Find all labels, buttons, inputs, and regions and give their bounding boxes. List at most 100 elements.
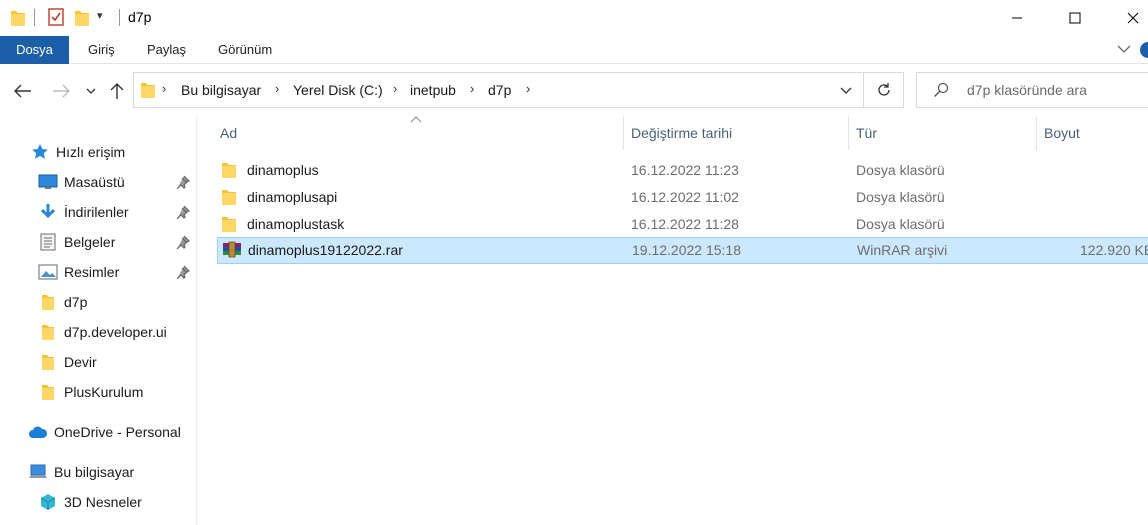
chevron-right-icon[interactable]: › <box>162 81 166 96</box>
search-input[interactable]: d7p klasöründe ara <box>916 72 1148 108</box>
winrar-archive-icon <box>222 241 241 259</box>
file-date: 16.12.2022 11:02 <box>631 189 739 205</box>
navigation-bar: › Bu bilgisayar › Yerel Disk (C:) › inet… <box>0 64 1148 116</box>
sidebar-item-devir[interactable]: Devir <box>38 349 97 375</box>
file-name: dinamoplus19122022.rar <box>248 242 403 258</box>
file-row[interactable]: dinamoplustask 16.12.2022 11:28 Dosya kl… <box>217 211 1148 238</box>
documents-icon <box>38 232 58 252</box>
file-row-selected[interactable]: dinamoplus19122022.rar 19.12.2022 15:18 … <box>217 237 1148 264</box>
computer-icon <box>28 462 48 482</box>
sidebar-item-label: d7p.developer.ui <box>64 324 167 340</box>
sidebar-item-d7p-developer-ui[interactable]: d7p.developer.ui <box>38 319 167 345</box>
file-date: 16.12.2022 11:23 <box>631 162 739 178</box>
sidebar-item-d7p[interactable]: d7p <box>38 289 87 315</box>
forward-button[interactable] <box>48 78 74 104</box>
file-type: Dosya klasörü <box>856 216 945 232</box>
file-name: dinamoplusapi <box>247 189 338 205</box>
recent-locations-chevron-icon[interactable] <box>84 78 98 104</box>
chevron-right-icon[interactable]: › <box>470 81 474 96</box>
star-icon <box>30 142 50 162</box>
column-header-size[interactable]: Boyut <box>1036 116 1148 150</box>
search-placeholder: d7p klasöründe ara <box>967 82 1087 98</box>
expand-ribbon-icon[interactable] <box>1116 42 1132 58</box>
sidebar-item-label: Masaüstü <box>64 174 125 190</box>
file-name: dinamoplus <box>247 162 319 178</box>
file-type: Dosya klasörü <box>856 162 945 178</box>
cloud-icon <box>28 422 48 442</box>
sidebar-item-3d-objects[interactable]: 3D Nesneler <box>38 489 142 515</box>
pictures-icon <box>38 262 58 282</box>
address-history-dropdown[interactable] <box>834 81 858 101</box>
file-row[interactable]: dinamoplusapi 16.12.2022 11:02 Dosya kla… <box>217 184 1148 211</box>
title-bar: ▾ d7p <box>0 0 1148 36</box>
column-header-date[interactable]: Değiştirme tarihi <box>623 116 848 150</box>
sidebar-item-label: Devir <box>64 354 97 370</box>
minimize-button[interactable] <box>994 0 1040 36</box>
sidebar-item-label: d7p <box>64 294 88 310</box>
sidebar-item-pictures[interactable]: Resimler <box>38 259 119 285</box>
close-button[interactable] <box>1110 0 1148 36</box>
folder-icon <box>38 352 58 372</box>
folder-icon <box>38 382 58 402</box>
file-type: WinRAR arşivi <box>857 242 948 258</box>
tab-view[interactable]: Görünüm <box>218 36 272 64</box>
file-size: 122.920 KB <box>1080 242 1148 258</box>
chevron-right-icon[interactable]: › <box>393 81 397 96</box>
properties-icon[interactable] <box>48 8 64 28</box>
sidebar-item-label: Bu bilgisayar <box>54 464 135 480</box>
up-button[interactable] <box>104 78 130 104</box>
sidebar-item-quick-access[interactable]: Hızlı erişim <box>30 139 125 165</box>
breadcrumb-local-disk[interactable]: Yerel Disk (C:) <box>293 82 383 98</box>
column-header-name[interactable]: Ad <box>212 116 622 150</box>
pin-icon[interactable] <box>176 235 191 250</box>
sidebar-item-label: Resimler <box>64 264 120 280</box>
quick-access-dropdown[interactable]: ▾ <box>97 9 103 22</box>
tab-file[interactable]: Dosya <box>0 36 69 64</box>
column-header-type[interactable]: Tür <box>848 116 1036 150</box>
file-row[interactable]: dinamoplus 16.12.2022 11:23 Dosya klasör… <box>217 157 1148 184</box>
folder-icon <box>140 81 156 102</box>
folder-icon <box>221 188 239 206</box>
download-icon <box>38 202 58 222</box>
window-title: d7p <box>128 9 152 25</box>
maximize-button[interactable] <box>1052 0 1098 36</box>
new-folder-icon[interactable] <box>74 8 90 28</box>
navigation-pane: Hızlı erişim Masaüstü İndirilenler Belge… <box>0 116 197 525</box>
sidebar-item-label: Belgeler <box>64 234 116 250</box>
file-list: Ad Değiştirme tarihi Tür Boyut dinamoplu… <box>197 116 1148 525</box>
sidebar-item-onedrive[interactable]: OneDrive - Personal <box>28 419 181 445</box>
back-button[interactable] <box>10 78 36 104</box>
folder-icon <box>221 215 239 233</box>
ribbon-tabs: Dosya Giriş Paylaş Görünüm <box>0 36 1148 64</box>
cube-icon <box>38 492 58 512</box>
tab-home[interactable]: Giriş <box>88 36 115 64</box>
pin-icon[interactable] <box>176 265 191 280</box>
sidebar-item-documents[interactable]: Belgeler <box>38 229 115 255</box>
sidebar-item-label: OneDrive - Personal <box>54 424 181 440</box>
folder-icon[interactable] <box>9 8 27 28</box>
address-bar[interactable]: › Bu bilgisayar › Yerel Disk (C:) › inet… <box>133 72 864 108</box>
breadcrumb-this-pc[interactable]: Bu bilgisayar <box>181 82 261 98</box>
chevron-right-icon[interactable]: › <box>275 81 279 96</box>
breadcrumb-inetpub[interactable]: inetpub <box>410 82 456 98</box>
help-icon[interactable] <box>1140 42 1148 58</box>
folder-icon <box>221 161 239 179</box>
sidebar-item-label: İndirilenler <box>64 204 129 220</box>
sidebar-item-downloads[interactable]: İndirilenler <box>38 199 129 225</box>
sidebar-item-this-pc[interactable]: Bu bilgisayar <box>28 459 134 485</box>
refresh-button[interactable] <box>864 72 904 108</box>
desktop-icon <box>38 172 58 192</box>
chevron-right-icon[interactable]: › <box>526 81 530 96</box>
sidebar-item-desktop[interactable]: Masaüstü <box>38 169 125 195</box>
folder-icon <box>38 322 58 342</box>
sidebar-item-label: Hızlı erişim <box>56 144 126 160</box>
folder-icon <box>38 292 58 312</box>
sidebar-item-label: 3D Nesneler <box>64 494 142 510</box>
tab-share[interactable]: Paylaş <box>147 36 186 64</box>
toolbar-separator <box>119 9 120 26</box>
pin-icon[interactable] <box>176 205 191 220</box>
breadcrumb-d7p[interactable]: d7p <box>488 82 511 98</box>
file-type: Dosya klasörü <box>856 189 945 205</box>
pin-icon[interactable] <box>176 175 191 190</box>
sidebar-item-pluskurulum[interactable]: PlusKurulum <box>38 379 143 405</box>
